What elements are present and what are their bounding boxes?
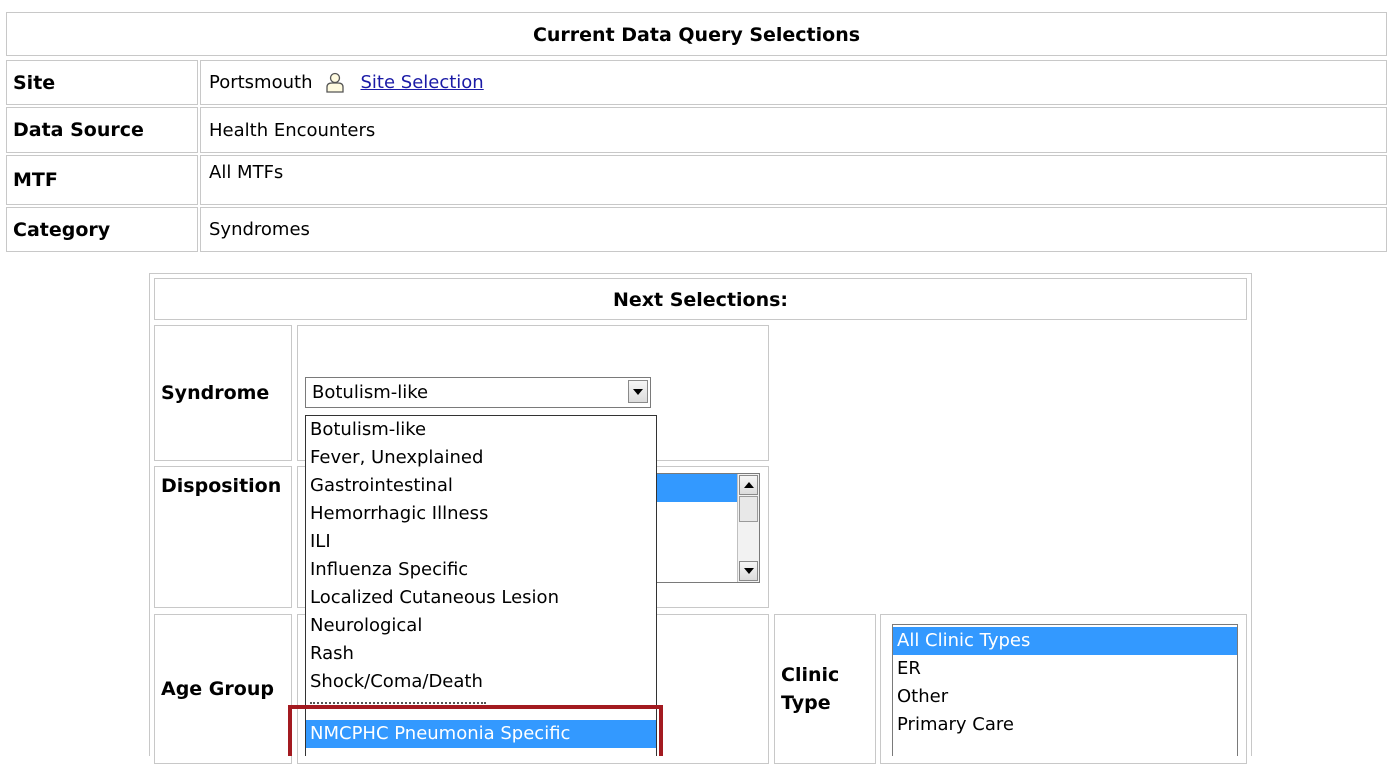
clinic-type-option-primary-care[interactable]: Primary Care <box>893 711 1237 739</box>
category-label: Category <box>6 207 198 252</box>
syndrome-option[interactable]: Botulism-like <box>306 416 656 444</box>
scroll-down-button[interactable] <box>739 561 758 581</box>
clinic-type-option-all[interactable]: All Clinic Types <box>893 627 1237 655</box>
scroll-up-button[interactable] <box>739 475 758 495</box>
syndrome-option[interactable]: Rash <box>306 640 656 668</box>
user-icon <box>326 72 345 93</box>
site-label: Site <box>6 60 198 105</box>
disposition-label: Disposition <box>161 475 282 497</box>
syndrome-dropdown-button[interactable] <box>628 380 648 403</box>
highlight-box <box>288 705 663 756</box>
chevron-down-icon <box>743 568 754 574</box>
data-source-value: Health Encounters <box>200 107 1387 153</box>
mtf-value: All MTFs <box>200 155 1387 205</box>
clinic-type-label-cell: Clinic Type <box>774 614 876 764</box>
data-source-label: Data Source <box>6 107 198 153</box>
syndrome-option[interactable]: Influenza Specific <box>306 556 656 584</box>
clinic-type-option-er[interactable]: ER <box>893 655 1237 683</box>
site-value: Portsmouth <box>209 72 313 93</box>
chevron-up-icon <box>743 482 754 488</box>
disposition-scrollbar[interactable] <box>737 474 759 582</box>
chevron-down-icon <box>633 388 643 395</box>
site-value-cell: Portsmouth Site Selection <box>200 60 1387 105</box>
clinic-type-label-line1: Clinic <box>781 664 840 686</box>
syndrome-option[interactable]: Fever, Unexplained <box>306 444 656 472</box>
mtf-label: MTF <box>6 155 198 205</box>
age-group-label: Age Group <box>161 678 274 700</box>
syndrome-label-cell: Syndrome <box>154 325 292 461</box>
syndrome-option[interactable]: ILI <box>306 528 656 556</box>
current-selections-title: Current Data Query Selections <box>6 12 1387 56</box>
syndrome-option[interactable]: Neurological <box>306 612 656 640</box>
syndrome-selected-value: Botulism-like <box>312 382 429 403</box>
syndrome-option[interactable]: Gastrointestinal <box>306 472 656 500</box>
syndrome-option[interactable]: Localized Cutaneous Lesion <box>306 584 656 612</box>
scroll-thumb[interactable] <box>739 496 758 522</box>
syndrome-label: Syndrome <box>161 382 270 404</box>
next-selections-title: Next Selections: <box>154 278 1247 320</box>
disposition-label-cell: Disposition <box>154 466 292 608</box>
site-selection-link[interactable]: Site Selection <box>360 72 483 93</box>
clinic-type-listbox[interactable]: All Clinic Types ER Other Primary Care <box>892 624 1238 756</box>
syndrome-option[interactable]: Shock/Coma/Death <box>306 668 656 696</box>
syndrome-option[interactable]: Hemorrhagic Illness <box>306 500 656 528</box>
clinic-type-option-other[interactable]: Other <box>893 683 1237 711</box>
clinic-type-label-line2: Type <box>781 692 831 714</box>
syndrome-select[interactable]: Botulism-like <box>305 377 651 408</box>
category-value: Syndromes <box>200 207 1387 252</box>
age-group-label-cell: Age Group <box>154 614 292 764</box>
